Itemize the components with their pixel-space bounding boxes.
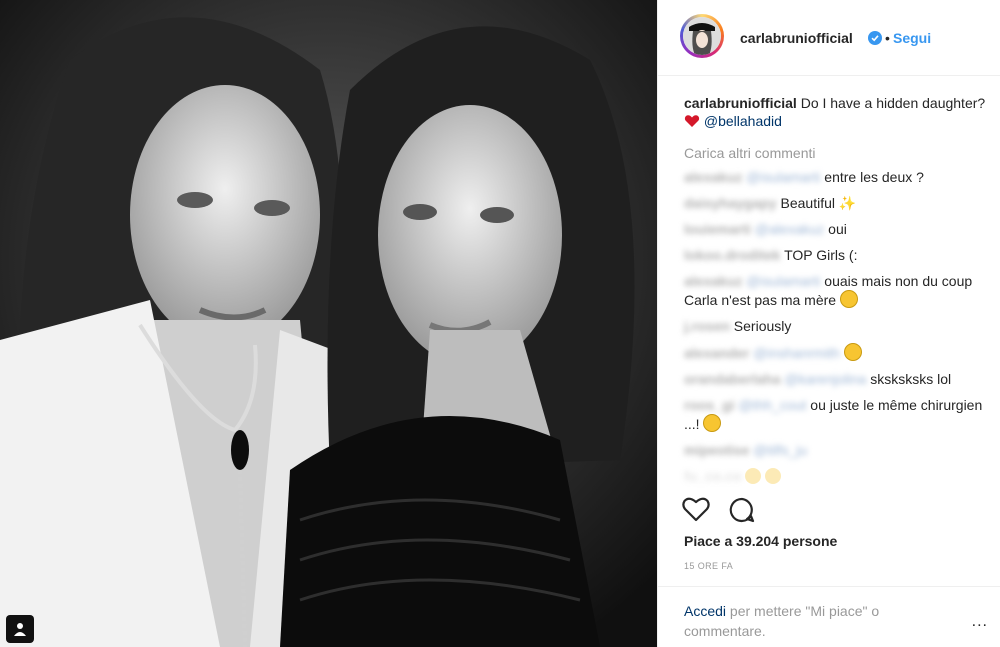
comment-mention[interactable]: @isulamarti — [746, 169, 820, 185]
post-header: carlabruniofficial • Segui — [658, 0, 1000, 76]
comment-username[interactable]: lokoo.droditek — [684, 247, 780, 263]
photo-image — [0, 0, 657, 647]
comment-item: lokoo.droditek TOP Girls (: — [684, 246, 989, 264]
comment-mention[interactable]: @tilfs_ju — [753, 442, 807, 458]
more-options-button[interactable]: ... — [972, 613, 988, 631]
likes-count[interactable]: Piace a 39.204 persone — [684, 533, 837, 549]
comment-text: oui — [828, 221, 847, 237]
comment-username[interactable]: alexander — [684, 345, 749, 361]
comment-username[interactable]: alexakuz — [684, 273, 742, 289]
post-timestamp[interactable]: 15 ORE FA — [684, 561, 733, 571]
comment-item: alexander @inshanrmith — [684, 343, 989, 362]
follow-button[interactable]: Segui — [893, 30, 931, 46]
comment-text: TOP Girls (: — [784, 247, 858, 263]
comment-username[interactable]: fu_co.co — [684, 468, 742, 484]
comment-username[interactable]: louiemarti — [684, 221, 751, 237]
caption: carlabruniofficial Do I have a hidden da… — [684, 94, 989, 130]
post-side-panel: carlabruniofficial • Segui carlabrunioff… — [657, 0, 1000, 647]
comment-text: Seriously — [733, 318, 792, 334]
comment-text: sksksksks lol — [870, 371, 952, 387]
comment-username[interactable]: mipeotise — [684, 442, 749, 458]
comment-username[interactable]: alexakuz — [684, 169, 742, 185]
load-more-comments[interactable]: Carica altri commenti — [684, 144, 989, 162]
comment-item: mipeotise @tilfs_ju — [684, 441, 989, 459]
verified-badge-icon — [868, 31, 882, 45]
comment-username[interactable]: daisyhaygapy — [684, 195, 777, 211]
smile-emoji-icon — [839, 290, 858, 308]
header-username[interactable]: carlabruniofficial — [740, 30, 853, 46]
heart-emoji-icon — [684, 115, 700, 127]
comment-item: alexakuz @isulamarti ouais mais non du c… — [684, 272, 989, 309]
divider — [658, 586, 1000, 587]
avatar[interactable] — [683, 17, 721, 55]
sparkle-emoji-icon: ✨ — [838, 195, 857, 211]
comment-username[interactable]: roos_gi — [684, 397, 735, 413]
comment-bubble-icon[interactable] — [728, 496, 756, 524]
comment-mention[interactable]: @isulamarti — [746, 273, 820, 289]
story-ring[interactable] — [680, 14, 724, 58]
comment-mention[interactable]: @alexakuz — [755, 221, 824, 237]
caption-username[interactable]: carlabruniofficial — [684, 95, 797, 111]
crying-laughing-emoji-icon — [765, 468, 782, 484]
wink-emoji-icon — [703, 414, 722, 432]
comment-text: Beautiful — [780, 195, 835, 211]
comment-item: orandaberlaha @karenjolina sksksksks lol — [684, 370, 989, 388]
caption-text: Do I have a hidden daughter? — [800, 95, 986, 111]
comments-list: carlabruniofficial Do I have a hidden da… — [684, 94, 989, 493]
heart-eyes-emoji-icon — [843, 343, 862, 361]
login-link[interactable]: Accedi — [684, 603, 726, 619]
comment-mention[interactable]: @thh_cout — [738, 397, 806, 413]
comment-item: louiemarti @alexakuz oui — [684, 220, 989, 238]
post-photo[interactable] — [0, 0, 657, 647]
comment-item: j.rosen Seriously — [684, 317, 989, 335]
comment-item: roos_gi @thh_cout ou juste le même chiru… — [684, 396, 989, 433]
comment-item: fu_co.co — [684, 467, 989, 485]
separator-dot: • — [885, 30, 890, 46]
comment-username[interactable]: j.rosen — [684, 318, 730, 334]
login-prompt: Accedi per mettere "Mi piace" o commenta… — [684, 601, 934, 641]
post-actions — [682, 496, 756, 524]
user-tag-icon[interactable] — [6, 615, 34, 643]
comment-mention[interactable]: @karenjolina — [784, 371, 866, 387]
like-heart-icon[interactable] — [682, 496, 710, 522]
comment-mention[interactable]: @inshanrmith — [753, 345, 840, 361]
caption-mention[interactable]: @bellahadid — [704, 113, 782, 129]
crying-laughing-emoji-icon — [745, 468, 762, 484]
comment-item: daisyhaygapy Beautiful ✨ — [684, 194, 989, 212]
comment-text: entre les deux ? — [824, 169, 924, 185]
comment-item: alexakuz @isulamarti entre les deux ? — [684, 168, 989, 186]
comment-username[interactable]: orandaberlaha — [684, 371, 780, 387]
